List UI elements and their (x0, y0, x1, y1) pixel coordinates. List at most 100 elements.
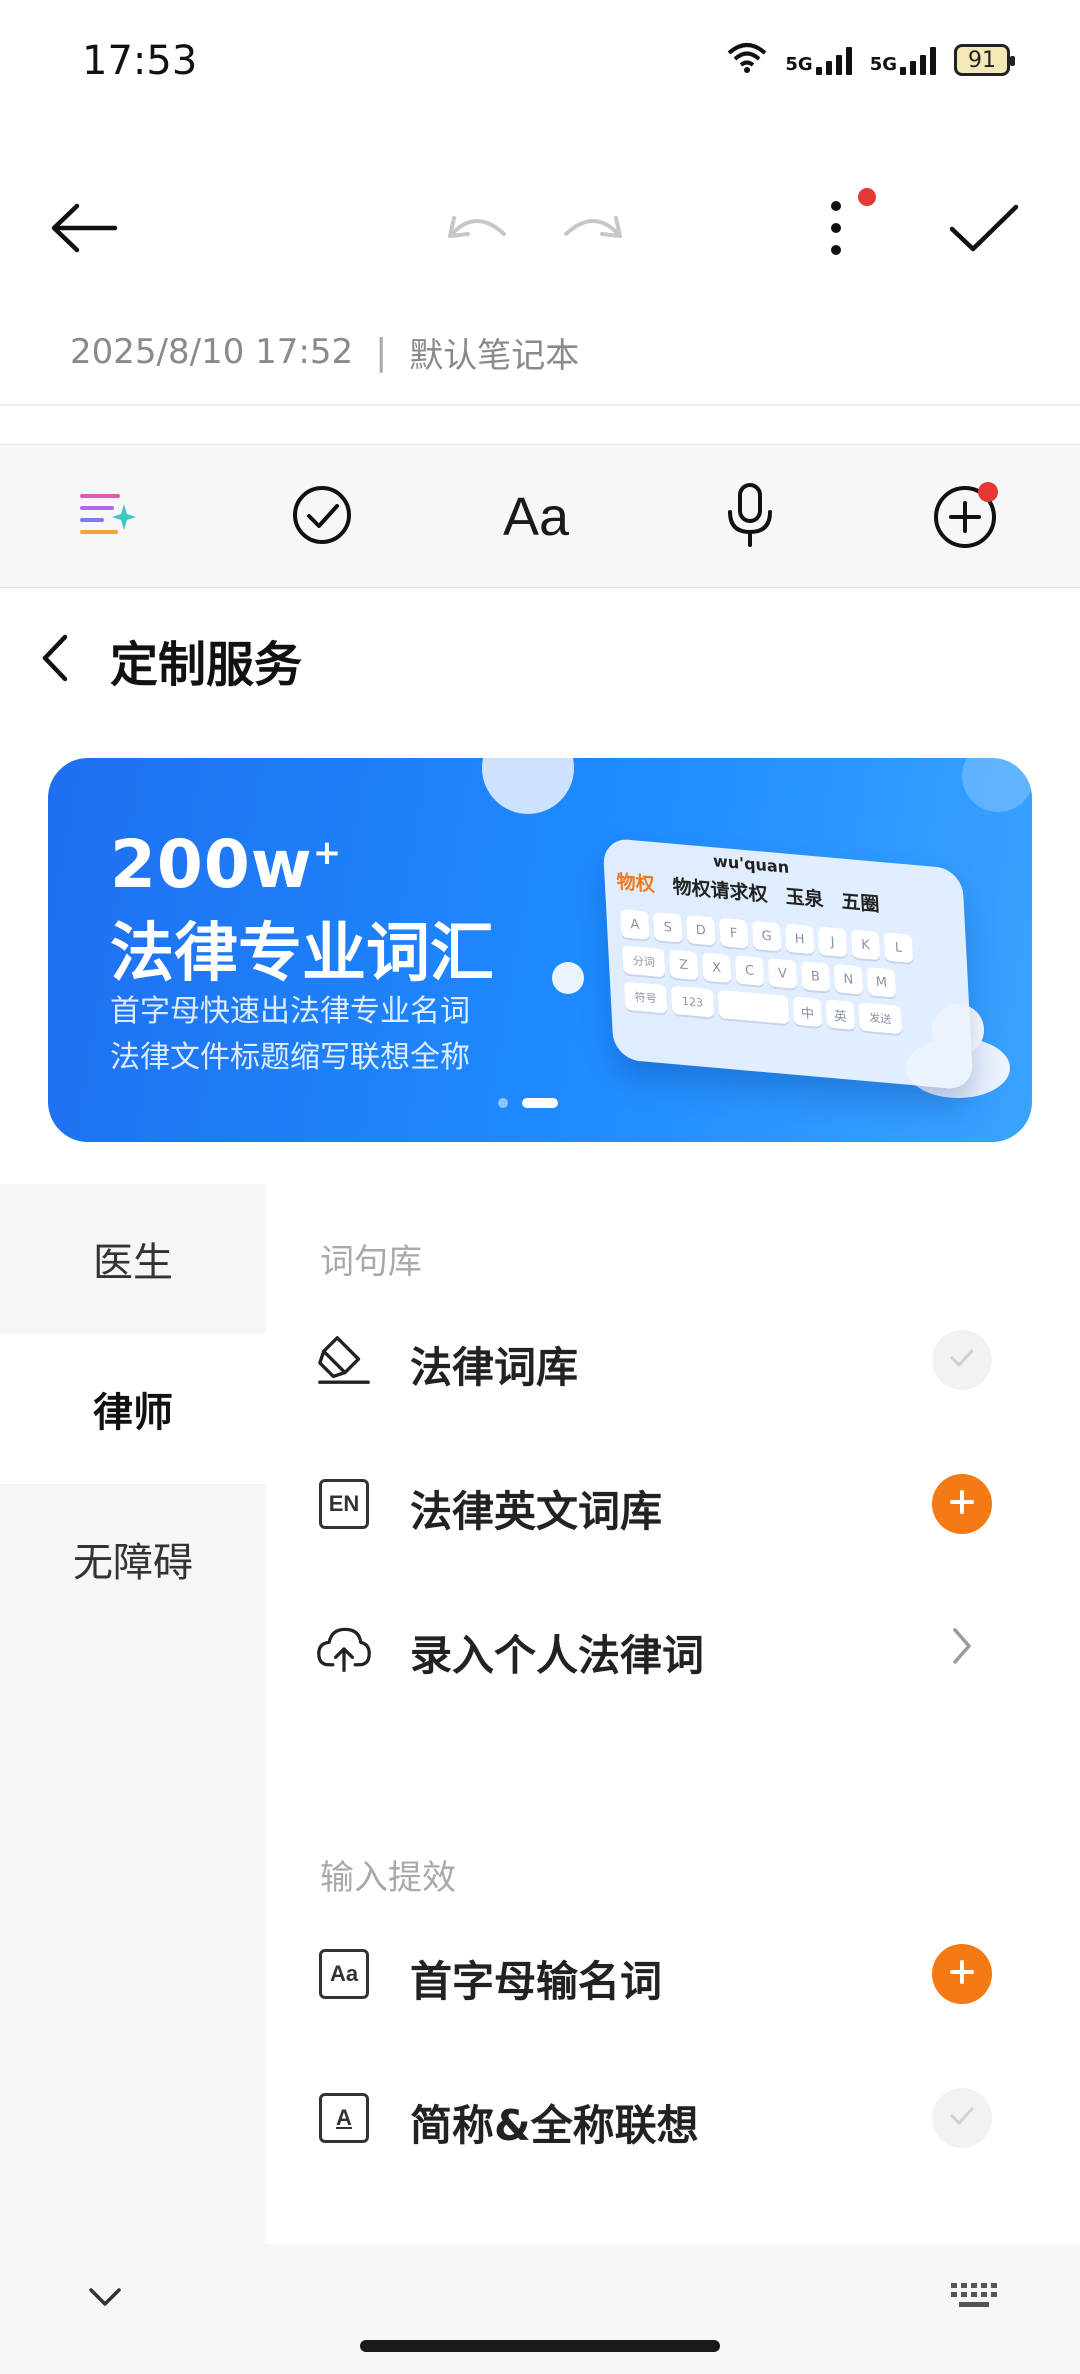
keyboard-body: wu'quan 物权 物权请求权 玉泉 五圈 A S D F G H J K L… (602, 837, 974, 1091)
kbd-candidate: 物权 (616, 870, 656, 897)
kbd-key: J (817, 926, 848, 958)
kbd-key: G (751, 920, 782, 952)
voice-input-button[interactable] (680, 445, 820, 589)
ai-format-button[interactable] (38, 445, 178, 589)
home-indicator[interactable] (360, 2340, 720, 2352)
kbd-key: 中 (792, 996, 823, 1028)
kbd-key: A (620, 909, 650, 940)
chevron-right-icon (952, 1627, 972, 1669)
text-style-icon: Aa (502, 487, 570, 547)
kbd-key: X (701, 952, 732, 984)
category-label: 医生 (93, 1240, 173, 1286)
kbd-key: B (800, 961, 831, 992)
kbd-key: Z (668, 949, 699, 981)
more-button[interactable] (776, 160, 896, 300)
network-type-1: 5G (785, 54, 813, 75)
banner-title-main: 200w (110, 826, 313, 903)
signal-icon-2: 5G (870, 45, 936, 75)
collapse-button[interactable] (70, 2274, 140, 2324)
kbd-key: C (734, 955, 765, 986)
more-vertical-icon (830, 200, 842, 260)
list-item-legal-lexicon[interactable]: 法律词库 (266, 1294, 1080, 1424)
battery-icon: 91 (954, 44, 1015, 76)
keyboard-button[interactable] (934, 2270, 1014, 2326)
kbd-key: L (883, 932, 914, 964)
back-arrow-icon (49, 203, 119, 257)
item-label: 录入个人法律词 (410, 1631, 705, 1680)
list-item-personal-words[interactable]: 录入个人法律词 (266, 1582, 1080, 1712)
wifi-icon (727, 41, 767, 79)
list-item-legal-english[interactable]: EN 法律英文词库 (266, 1438, 1080, 1568)
kbd-key: 123 (670, 985, 715, 1018)
banner-subtitle-1: 首字母快速出法律专业名词 (110, 994, 470, 1029)
microphone-icon (725, 482, 775, 552)
kbd-key: H (784, 923, 815, 955)
category-lawyer[interactable]: 律师 (0, 1334, 266, 1484)
back-button[interactable] (24, 160, 144, 300)
a-box-icon: A (316, 2090, 372, 2146)
kbd-key: V (767, 958, 798, 989)
note-toolbar (0, 160, 1080, 300)
category-label: 无障碍 (73, 1540, 193, 1586)
checklist-icon (291, 484, 353, 550)
item-label: 法律英文词库 (410, 1487, 663, 1536)
eraser-icon (316, 1332, 372, 1388)
bottom-bar (0, 2244, 1080, 2374)
meta-separator: | (375, 331, 388, 373)
kbd-key: K (850, 929, 881, 961)
added-check-button[interactable] (932, 2088, 992, 2148)
add-button[interactable] (932, 1944, 992, 2004)
add-attachment-button[interactable] (895, 445, 1035, 589)
panel-back-button[interactable] (0, 600, 110, 720)
panel-title: 定制服务 (110, 637, 303, 693)
checklist-button[interactable] (252, 445, 392, 589)
item-label: 首字母输名词 (410, 1957, 663, 2006)
kbd-space-key (717, 989, 790, 1025)
confirm-button[interactable] (924, 160, 1044, 300)
category-label: 律师 (93, 1390, 173, 1436)
network-type-2: 5G (869, 54, 897, 75)
promo-banner[interactable]: 200w+ 法律专业词汇 首字母快速出法律专业名词 法律文件标题缩写联想全称 w… (48, 758, 1032, 1142)
category-doctor[interactable]: 医生 (0, 1184, 266, 1334)
cloud-upload-icon (316, 1620, 372, 1676)
kbd-pinyin: wu'quan (712, 851, 790, 878)
ai-format-icon (78, 490, 138, 544)
kbd-candidate: 五圈 (840, 890, 881, 917)
banner-subtitle-2: 法律文件标题缩写联想全称 (110, 1040, 470, 1075)
added-check-button[interactable] (932, 1330, 992, 1390)
kbd-candidate: 玉泉 (784, 885, 825, 912)
banner-title-line-1: 200w+ (110, 826, 342, 903)
redo-icon (560, 208, 624, 252)
category-accessibility[interactable]: 无障碍 (0, 1484, 266, 1634)
list-item-abbreviation-association[interactable]: A 简称&全称联想 (266, 2052, 1080, 2182)
kbd-candidate: 物权请求权 (672, 875, 769, 907)
enter-button[interactable] (932, 1618, 992, 1678)
list-item-initials-nouns[interactable]: Aa 首字母输名词 (266, 1908, 1080, 2038)
add-button[interactable] (932, 1474, 992, 1534)
panel-header: 定制服务 (0, 600, 1080, 720)
keyboard-illustration: wu'quan 物权 物权请求权 玉泉 五圈 A S D F G H J K L… (588, 814, 988, 1114)
check-icon (949, 203, 1019, 257)
redo-button[interactable] (532, 160, 652, 300)
kbd-key: 符号 (623, 981, 668, 1014)
divider (0, 404, 1080, 406)
item-label: 简称&全称联想 (410, 2101, 699, 2150)
kbd-key: M (866, 966, 897, 998)
kbd-key: F (718, 917, 749, 949)
status-bar: 17:53 5G 5G 91 (0, 0, 1080, 120)
chevron-down-icon (88, 2287, 122, 2311)
en-box-icon: EN (316, 1476, 372, 1532)
banner-pagination (498, 1098, 558, 1108)
page-dot[interactable] (498, 1098, 508, 1108)
page-dot-active[interactable] (522, 1098, 558, 1108)
kbd-key: S (653, 912, 683, 943)
section-label-lexicon: 词句库 (320, 1242, 422, 1282)
chevron-left-icon (40, 633, 70, 687)
section-label-efficiency: 输入提效 (320, 1858, 456, 1898)
text-style-button[interactable]: Aa (466, 445, 606, 589)
notebook-name[interactable]: 默认笔记本 (409, 328, 579, 377)
plus-icon (948, 1958, 976, 1990)
item-label: 法律词库 (410, 1343, 579, 1392)
undo-button[interactable] (418, 160, 538, 300)
service-list: 词句库 法律词库 EN 法律英文词库 录入个人法律词 输入提效 Aa 首字母输名… (266, 1184, 1080, 2244)
